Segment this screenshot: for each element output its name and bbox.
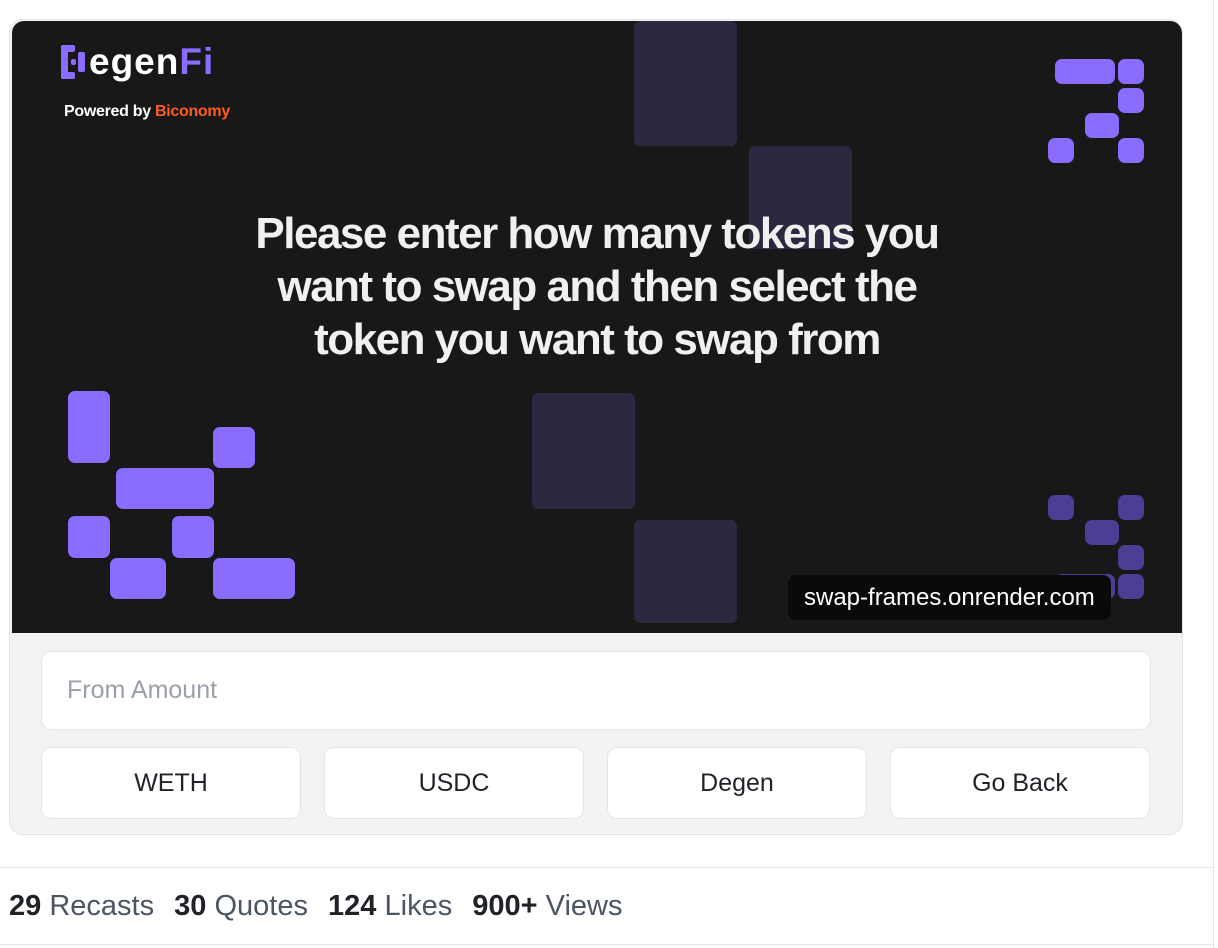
recasts-stat[interactable]: 29 Recasts [9,890,154,922]
from-amount-input[interactable] [41,651,1151,730]
decor-block [1085,520,1119,545]
usdc-button[interactable]: USDC [324,747,584,819]
decor-tile [634,520,737,623]
frame-domain-badge[interactable]: swap-frames.onrender.com [788,575,1111,620]
right-border [1213,0,1214,948]
cast-stats: 29 Recasts 30 Quotes 124 Likes 900+ View… [9,888,635,924]
decor-block [1048,138,1074,163]
degenfi-logo: egenFi [61,43,214,80]
likes-stat[interactable]: 124 Likes [328,890,452,922]
powered-by-label: Powered by [64,103,151,120]
powered-by: Powered by Biconomy [64,103,230,121]
decor-tile [634,21,737,146]
decor-block [172,516,214,558]
decor-block [1085,113,1119,138]
decor-block [1118,495,1144,520]
decor-block [68,391,110,463]
biconomy-brand: Biconomy [154,103,230,120]
decor-block [116,468,214,509]
decor-block [1118,574,1144,599]
decor-block [213,558,295,599]
decor-block [1055,59,1115,84]
divider [0,867,1213,868]
decor-tile [532,393,635,509]
frame-image[interactable]: egenFi Powered by Biconomy Please enter … [12,21,1182,633]
decor-block [68,516,110,558]
decor-block [1118,138,1144,163]
decor-block [1118,88,1144,113]
weth-button[interactable]: WETH [41,747,301,819]
decor-block [1118,59,1144,84]
decor-block [110,558,166,599]
decor-block [213,427,255,468]
logo-text: egenFi [89,41,215,82]
decor-block [1048,495,1074,520]
frame-headline: Please enter how many tokens you want to… [255,209,940,364]
frame-card: egenFi Powered by Biconomy Please enter … [9,19,1183,835]
go-back-button[interactable]: Go Back [890,747,1150,819]
degen-button[interactable]: Degen [607,747,867,819]
logo-mark-icon [61,44,85,79]
decor-block [1118,545,1144,570]
divider [0,944,1213,945]
views-stat[interactable]: 900+ Views [472,890,622,922]
quotes-stat[interactable]: 30 Quotes [174,890,308,922]
